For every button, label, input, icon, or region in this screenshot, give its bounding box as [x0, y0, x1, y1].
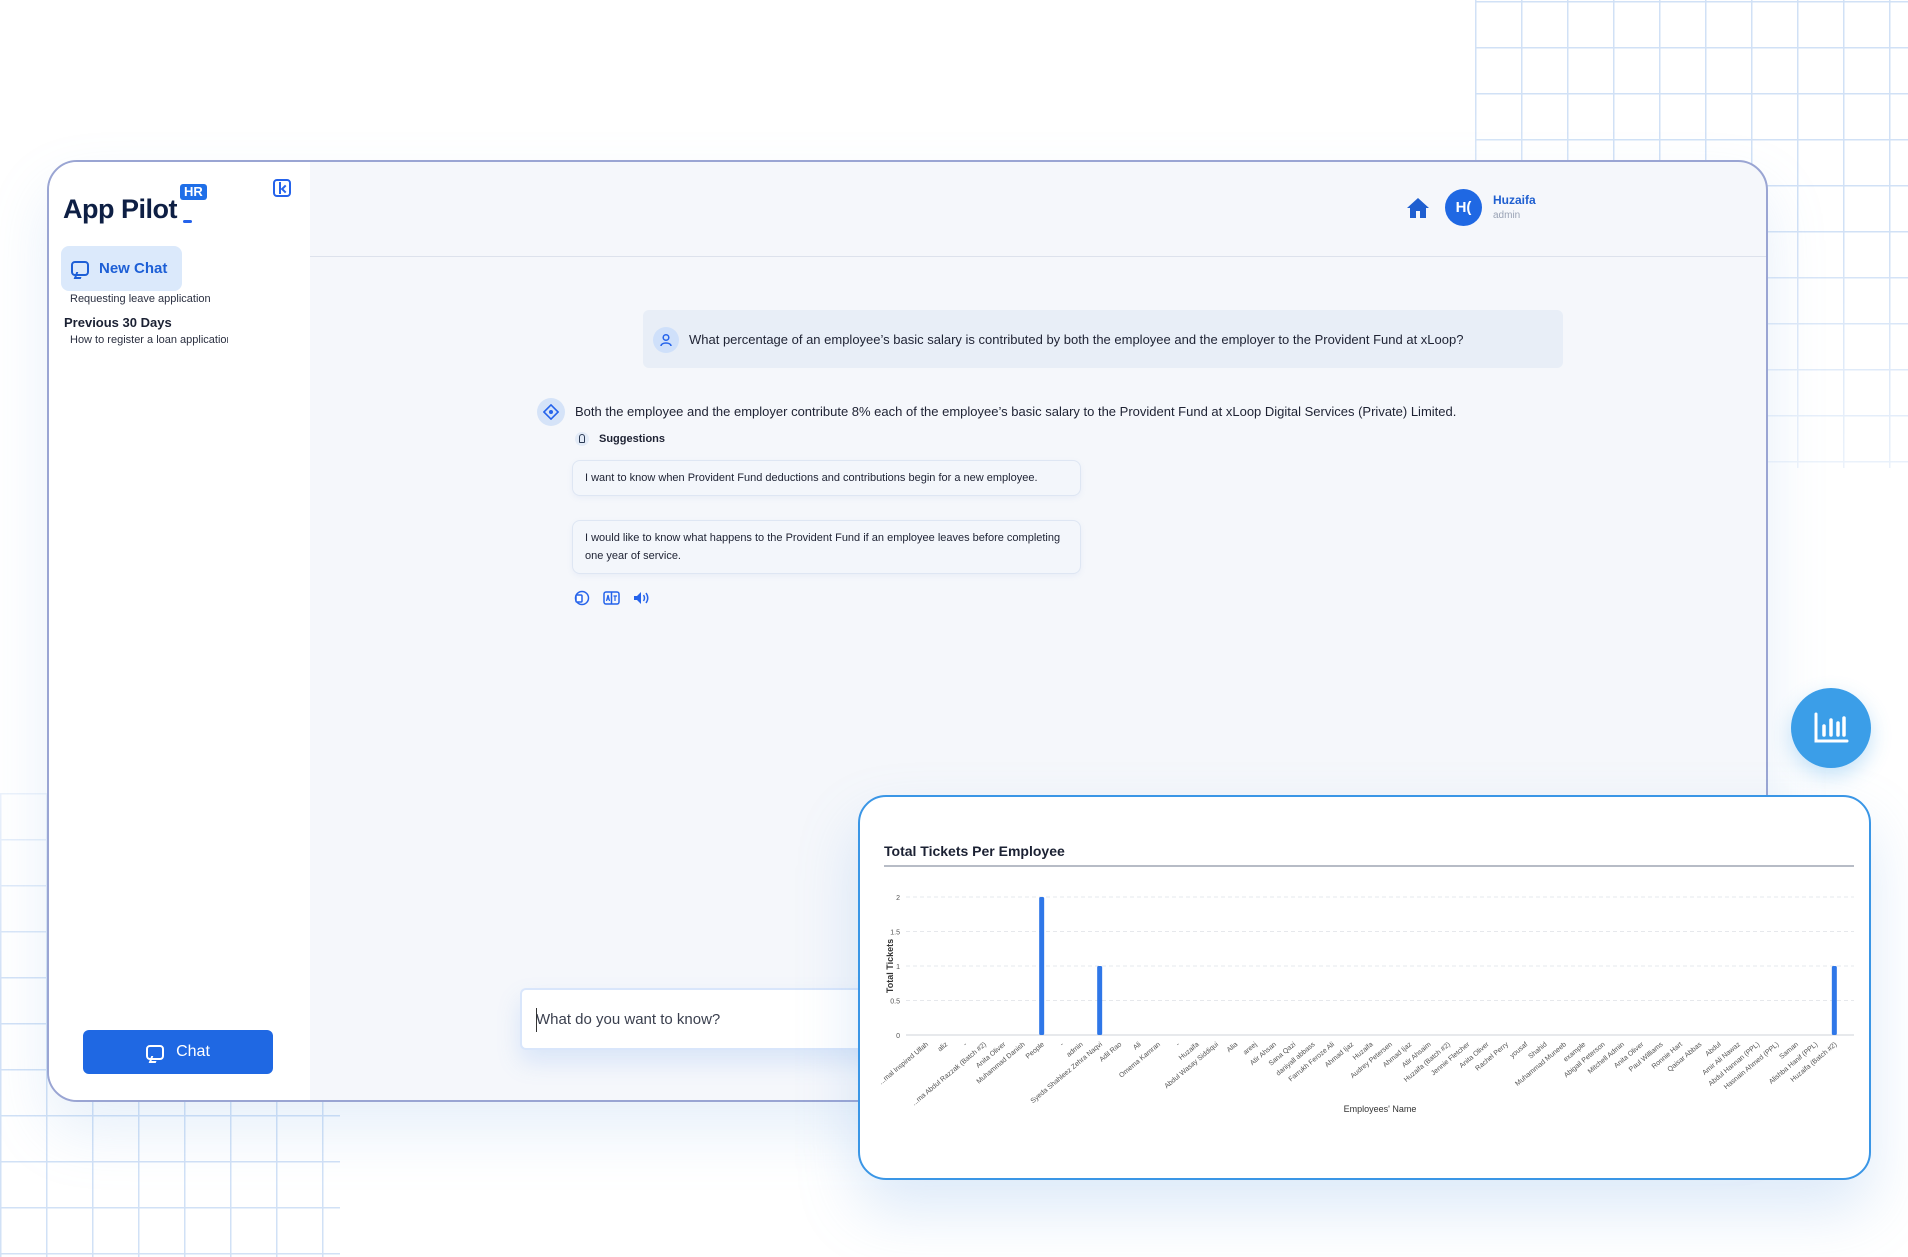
- sidebar: App Pilot HR New Chat Previous 30 Days R…: [49, 162, 310, 1100]
- text-caret: [536, 1008, 537, 1032]
- y-tick-label: 0.5: [890, 999, 900, 1006]
- copy-icon[interactable]: [573, 590, 590, 606]
- top-bar: [310, 162, 1766, 257]
- y-axis-label: Total Tickets: [885, 939, 895, 993]
- avatar[interactable]: H(: [1445, 189, 1482, 226]
- new-chat-label: New Chat: [99, 260, 168, 277]
- x-axis-label: Employees' Name: [1344, 1104, 1417, 1114]
- suggestions-label: Suggestions: [599, 433, 666, 445]
- bar: [1039, 897, 1045, 1035]
- composer: [520, 988, 880, 1050]
- x-tick-label: Qaisar Abbas: [1667, 1041, 1704, 1074]
- lightbulb-icon: [575, 432, 589, 446]
- home-icon[interactable]: [1406, 197, 1430, 219]
- collapse-sidebar-icon[interactable]: [273, 179, 291, 197]
- x-tick-label: People: [1025, 1041, 1046, 1060]
- chat-bubble-icon: [146, 1044, 165, 1060]
- user-icon: [653, 327, 679, 353]
- x-tick-label: -: [1059, 1041, 1066, 1048]
- x-tick-label: Adil Rao: [1099, 1041, 1124, 1063]
- chat-button-label: Chat: [176, 1043, 210, 1060]
- suggestion-chip[interactable]: I would like to know what happens to the…: [572, 520, 1081, 574]
- y-tick-label: 1.5: [890, 930, 900, 937]
- y-tick-label: 1: [896, 964, 900, 971]
- bar: [1097, 966, 1103, 1035]
- brand-badge: HR: [180, 184, 207, 200]
- chat-input[interactable]: [536, 1010, 880, 1028]
- tickets-bar-chart: 0 0.5 1 1.5 2 Total Tickets ...mal Inspired Ul…: [878, 895, 1854, 1114]
- x-tick-label: Alia: [1226, 1041, 1240, 1054]
- speaker-icon[interactable]: [633, 590, 650, 606]
- user-name: Huzaifa: [1493, 193, 1536, 207]
- bar: [1831, 966, 1837, 1035]
- suggestion-chip[interactable]: I want to know when Provident Fund deduc…: [572, 460, 1081, 496]
- analytics-button[interactable]: [1791, 688, 1871, 768]
- question-text: What percentage of an employee’s basic s…: [689, 331, 1464, 347]
- x-tick-label: -: [962, 1041, 969, 1048]
- new-chat-button[interactable]: New Chat: [61, 246, 182, 291]
- chat-button[interactable]: Chat: [83, 1030, 273, 1074]
- history-item[interactable]: How to register a loan application: [70, 334, 228, 346]
- chat-bubble-icon: [71, 261, 89, 276]
- logo-accent: [183, 220, 192, 223]
- chart-card: Total Tickets Per Employee 0 0.5 1 1.5 2 Tota…: [858, 795, 1871, 1180]
- history-section-title: Previous 30 Days: [64, 315, 172, 330]
- x-tick-label: Ali: [1132, 1041, 1143, 1052]
- app-logo[interactable]: App Pilot HR: [63, 176, 233, 226]
- y-tick-label: 0: [896, 1033, 900, 1040]
- user-question-bubble: What percentage of an employee’s basic s…: [643, 310, 1563, 368]
- message-actions: [573, 590, 650, 606]
- x-tick-label: aliz: [937, 1041, 950, 1053]
- translate-icon[interactable]: [603, 590, 620, 606]
- assistant-answer: Both the employee and the employer contr…: [575, 404, 1457, 419]
- assistant-icon: [537, 398, 565, 426]
- user-role: admin: [1493, 210, 1521, 221]
- x-tick-label: -: [1175, 1041, 1182, 1048]
- brand-name: App Pilot: [63, 194, 177, 224]
- history-item[interactable]: Requesting leave application: [70, 293, 228, 305]
- y-tick-label: 2: [896, 895, 900, 902]
- suggestions-header: Suggestions: [575, 432, 665, 446]
- bar-chart-icon: [1814, 712, 1849, 743]
- x-tick-label: yousaf: [1509, 1041, 1529, 1060]
- x-tick-label: ...mal Inspired Ullah: [878, 1041, 930, 1086]
